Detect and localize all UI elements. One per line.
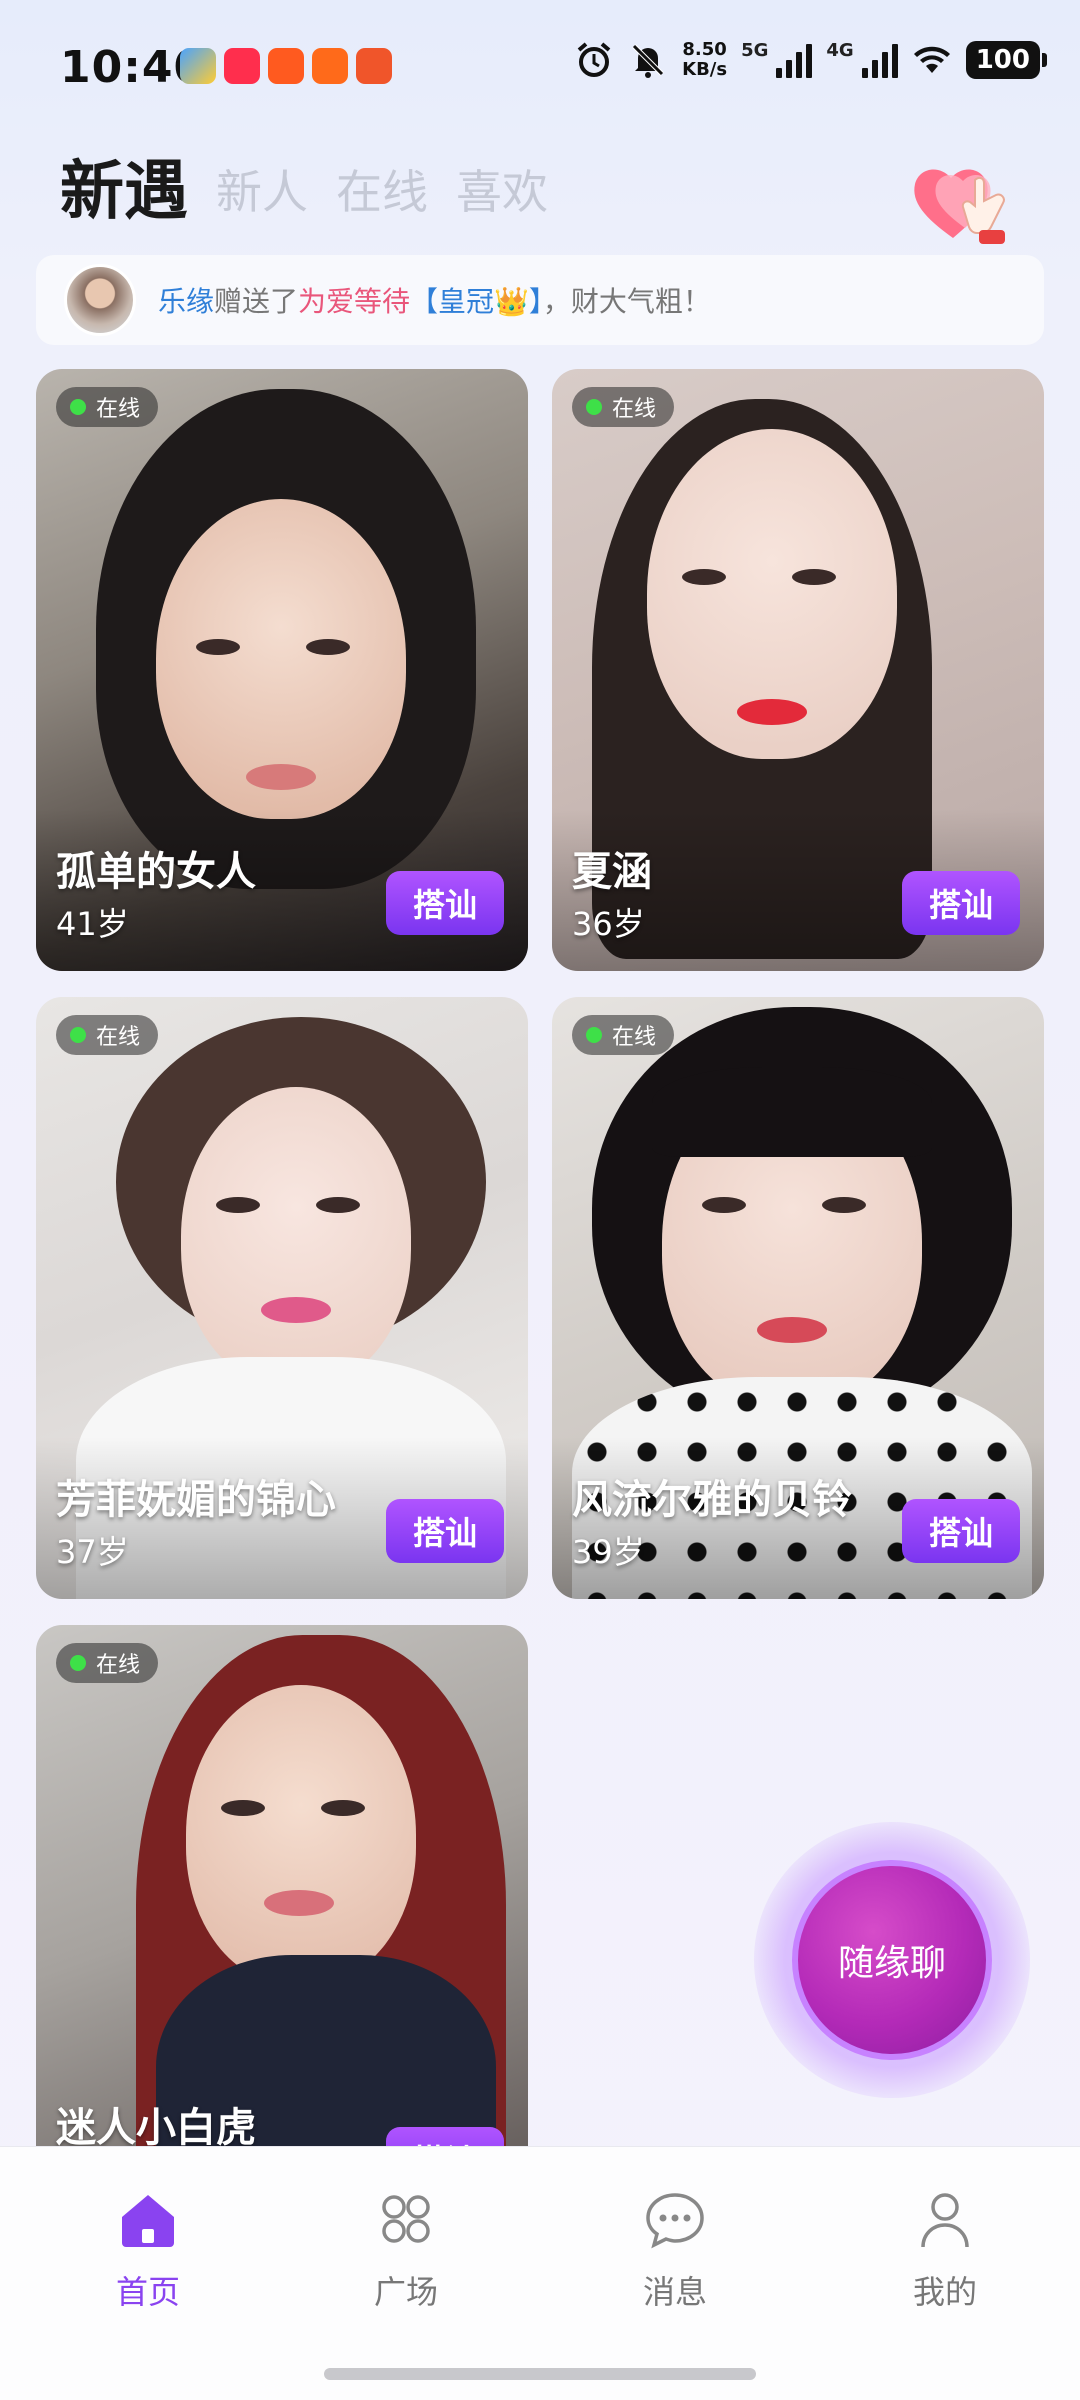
user-name: 孤单的女人 [56,849,256,895]
signal-5g-label: 5G [741,40,769,61]
online-badge: 在线 [572,387,675,427]
user-age: 36岁 [572,905,645,943]
user-age: 39岁 [572,1533,645,1571]
greet-button[interactable]: 搭讪 [902,1499,1020,1563]
status-bar: 10:40 8.50 KB/s 5G 4G 100 [0,0,1080,140]
online-dot [70,1655,86,1671]
app-icon [180,48,216,84]
user-name: 迷人小白虎 [56,2105,256,2151]
user-card[interactable]: 在线 芳菲妩媚的锦心 37岁 搭讪 [36,997,528,1599]
tab-new-encounter[interactable]: 新遇 [60,150,188,234]
status-icons: 8.50 KB/s 5G 4G 100 [574,39,1048,80]
nav-home[interactable]: 首页 [58,2187,238,2313]
receiver-name: 为爱等待 [298,285,411,318]
app-icon [224,48,260,84]
online-dot [586,1027,602,1043]
gift-verb: 赠送了 [214,285,299,318]
signal-icon [861,42,898,78]
square-grid-icon [382,2195,430,2243]
user-card[interactable]: 在线 风流尔雅的贝铃 39岁 搭讪 [552,997,1044,1599]
profile-icon [921,2193,969,2248]
home-icon [122,2195,174,2247]
random-chat-button[interactable]: 随缘聊 [754,1822,1030,2098]
greet-button[interactable]: 搭讪 [386,871,504,935]
tab-likes[interactable]: 喜欢 [456,150,548,234]
signal-4g-label: 4G [826,40,854,61]
tab-newcomers[interactable]: 新人 [216,150,308,234]
header-tabs: 新遇 新人 在线 喜欢 [60,150,548,234]
mute-icon [632,44,664,78]
user-name: 芳菲妩媚的锦心 [56,1477,336,1523]
online-dot [586,399,602,415]
nav-square[interactable]: 广场 [316,2187,496,2313]
online-badge: 在线 [56,1643,159,1683]
user-card[interactable]: 在线 孤单的女人 41岁 搭讪 [36,369,528,971]
wifi-icon [913,46,950,73]
user-age: 41岁 [56,905,129,943]
nav-profile[interactable]: 我的 [855,2187,1035,2313]
signal-icon [776,42,813,78]
alarm-icon [577,42,611,77]
user-name: 风流尔雅的贝铃 [572,1477,852,1523]
heart-hand-icon[interactable] [905,150,1030,250]
online-badge: 在线 [56,1015,159,1055]
tab-online[interactable]: 在线 [336,150,428,234]
random-chat-label: 随缘聊 [792,1860,992,2060]
sender-name: 乐缘 [158,285,215,318]
online-badge: 在线 [56,387,159,427]
gift-message: 乐缘赠送了为爱等待【皇冠👑】，财大气粗！ [158,280,711,320]
avatar [64,264,136,336]
bottom-nav: 首页 广场 消息 我的 [0,2146,1080,2400]
user-card[interactable]: 在线 夏涵 36岁 搭讪 [552,369,1044,971]
greet-button[interactable]: 搭讪 [902,871,1020,935]
net-speed: 8.50 KB/s [682,39,728,80]
user-card[interactable]: 在线 迷人小白虎 搭讪 [36,1625,528,2227]
online-dot [70,1027,86,1043]
home-indicator[interactable] [324,2368,756,2380]
notification-app-icons [180,48,392,84]
gift-notification-banner[interactable]: 乐缘赠送了为爱等待【皇冠👑】，财大气粗！ [36,255,1044,345]
online-badge: 在线 [572,1015,675,1055]
user-name: 夏涵 [572,849,652,895]
battery-indicator: 100 [965,41,1048,79]
app-icon [312,48,348,84]
nav-messages[interactable]: 消息 [585,2187,765,2313]
app-icon [356,48,392,84]
gift-name: 【皇冠👑】 [410,285,543,318]
online-dot [70,399,86,415]
app-icon [268,48,304,84]
gift-suffix: ，财大气粗！ [542,285,711,318]
greet-button[interactable]: 搭讪 [386,1499,504,1563]
user-age: 37岁 [56,1533,129,1571]
message-icon [646,2193,704,2249]
